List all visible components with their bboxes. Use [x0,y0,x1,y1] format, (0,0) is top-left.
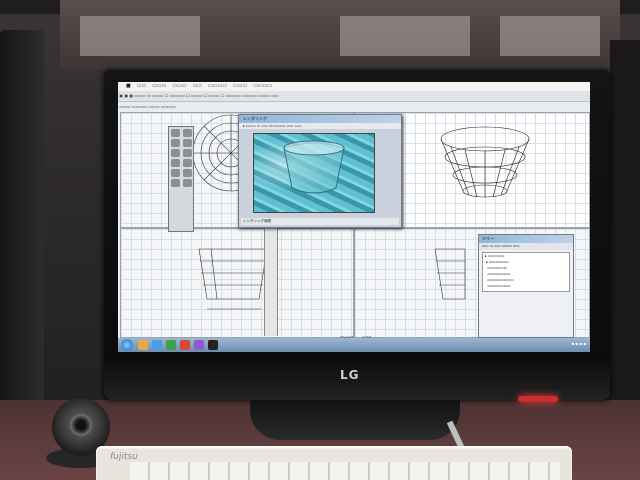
taskbar-app-icon[interactable] [208,340,218,350]
tool-button[interactable] [183,159,192,167]
render-window-menu: ▸ ▭▭▭ ▭ ▭▭ ▭▭▭▭▭ ▭▭ ▭▭ [239,123,401,129]
app-toolbar: ▣ ▣ ▣ ▭▭▭ ▭ ▭▭▭ ☐ ▭▭▭▭ ☐ ▭▭▭ ☐ ▭▭▭ ☐ ▭▭▭… [118,91,590,102]
taskbar-app-icon[interactable] [194,340,204,350]
keyboard-keys [130,462,560,480]
tool-button[interactable] [183,179,192,187]
keyboard-brand: fujitsu [110,452,138,462]
app-toolbar-secondary: ▭▭▭ ▭▭▭▭ ▭▭▭ ▭▭▭▭ [118,102,590,111]
monitor-stand [250,400,460,440]
tool-button[interactable] [183,129,192,137]
viewport-front [120,228,354,338]
start-button[interactable] [121,339,133,351]
tool-button[interactable] [183,149,192,157]
speaker [0,30,44,450]
app-menubar: ■ ▭▭ ▭▭▭ ▭▭▭ ▭▭ ▭▭▭▭ ▭▭▭ ▭▭▭▭ [118,82,590,91]
tool-button[interactable] [171,169,180,177]
tree-list[interactable]: ▸ ▭▭▭▭▭ ▸ ▭▭▭▭▭▭ ▭▭▭▭▭▭ ▭▭▭▭▭▭▭ ▭▭▭▭▭▭▭▭… [482,252,570,292]
tool-button[interactable] [171,139,180,147]
tool-button[interactable] [171,149,180,157]
tool-button[interactable] [171,129,180,137]
wall-panel [80,16,200,56]
render-window: レンダリング ▸ ▭▭▭ ▭ ▭▭ ▭▭▭▭▭ ▭▭ ▭▭ レンダリング時間 [238,114,402,228]
tree-panel-toolbar: ▭▭ ▭ ▭▭ ▭▭▭ ▭▭ [479,243,573,250]
taskbar-app-icon[interactable] [138,340,148,350]
monitor-logo: LG [340,368,360,382]
taskbar-app-icon[interactable] [180,340,190,350]
monitor-screen: ■ ▭▭ ▭▭▭ ▭▭▭ ▭▭ ▭▭▭▭ ▭▭▭ ▭▭▭▭ ▣ ▣ ▣ ▭▭▭ ▭ ▭▭▭ ☐… [118,82,590,352]
taskbar: ▪ ▪ ▪ ▪ [118,338,590,352]
ruler [264,228,278,336]
wall-panel [340,16,470,56]
taskbar-app-icon[interactable] [166,340,176,350]
render-window-title: レンダリング [239,115,401,123]
render-status-bar: レンダリング時間 [241,218,399,225]
tree-panel-title: ツリー [479,235,573,243]
tool-button[interactable] [171,159,180,167]
wireframe-front-view [198,248,268,310]
power-led [518,396,558,402]
system-tray: ▪ ▪ ▪ ▪ [571,341,586,346]
background-object [610,40,640,420]
tool-button[interactable] [171,179,180,187]
tool-button[interactable] [183,139,192,147]
webcam-lens [70,414,92,436]
tree-panel: ツリー ▭▭ ▭ ▭▭ ▭▭▭ ▭▭ ▸ ▭▭▭▭▭ ▸ ▭▭▭▭▭▭ ▭▭▭▭… [478,234,574,338]
taskbar-app-icon[interactable] [152,340,162,350]
tool-button[interactable] [183,169,192,177]
photo-scene: ■ ▭▭ ▭▭▭ ▭▭▭ ▭▭ ▭▭▭▭ ▭▭▭ ▭▭▭▭ ▣ ▣ ▣ ▭▭▭ ▭ ▭▭▭ ☐… [0,0,640,480]
wall-panel [500,16,600,56]
rendered-glass-bowl [253,133,375,213]
tool-palette [168,126,194,232]
